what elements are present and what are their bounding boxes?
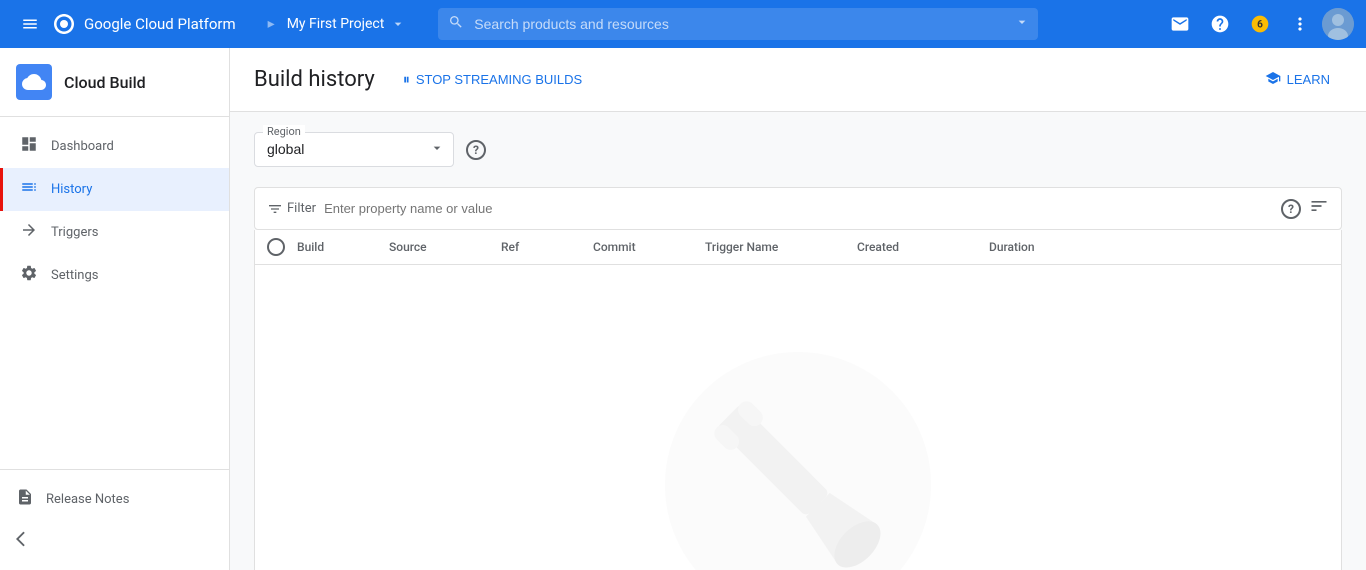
history-label: History	[51, 182, 92, 197]
service-header: Cloud Build	[0, 48, 229, 117]
project-name: My First Project	[287, 16, 385, 32]
service-logo	[16, 64, 52, 100]
alert-badge[interactable]: 6	[1242, 6, 1278, 42]
stop-streaming-label: STOP STREAMING BUILDS	[416, 72, 582, 87]
more-options-button[interactable]	[1282, 6, 1318, 42]
content-header: Build history ⏸ STOP STREAMING BUILDS LE…	[230, 48, 1366, 112]
table-header: Build Source Ref Commit Trigger Name Cre…	[254, 230, 1342, 265]
platform-name: Google Cloud Platform	[84, 15, 236, 33]
region-select[interactable]: global us-central1 us-east1 europe-west1…	[267, 141, 421, 157]
triggers-icon	[19, 221, 39, 244]
main-content: Build history ⏸ STOP STREAMING BUILDS LE…	[230, 48, 1366, 570]
search-bar	[438, 8, 1038, 40]
help-button[interactable]	[1202, 6, 1238, 42]
pause-icon: ⏸	[403, 71, 410, 88]
filter-actions: ?	[1281, 196, 1329, 221]
columns-toggle-icon[interactable]	[1309, 196, 1329, 221]
top-navigation: Google Cloud Platform ▸ My First Project	[0, 0, 1366, 48]
sidebar-navigation: Dashboard History Triggers	[0, 117, 229, 469]
col-header-commit: Commit	[593, 240, 693, 254]
region-section: Region global us-central1 us-east1 europ…	[254, 132, 1342, 167]
collapse-icon	[16, 530, 34, 552]
filter-label: Filter	[287, 201, 316, 216]
sidebar-item-dashboard[interactable]: Dashboard	[0, 125, 229, 168]
col-header-created: Created	[857, 240, 977, 254]
empty-state	[254, 265, 1342, 570]
sidebar-item-triggers[interactable]: Triggers	[0, 211, 229, 254]
empty-wrench-icon	[658, 345, 938, 570]
settings-icon	[19, 264, 39, 287]
content-body: Region global us-central1 us-east1 europ…	[230, 112, 1366, 570]
svg-text:6: 6	[1257, 19, 1263, 30]
notifications-button[interactable]	[1162, 6, 1198, 42]
nav-actions: 6	[1162, 6, 1354, 42]
search-icon	[448, 14, 464, 34]
col-header-duration: Duration	[989, 240, 1089, 254]
sidebar-item-release-notes[interactable]: Release Notes	[0, 478, 229, 520]
project-selector[interactable]: ▸ My First Project	[252, 12, 415, 36]
col-header-ref: Ref	[501, 240, 581, 254]
google-cloud-logo[interactable]: Google Cloud Platform	[52, 12, 236, 36]
graduation-icon	[1265, 70, 1281, 89]
release-notes-icon	[16, 488, 34, 510]
sidebar-item-settings[interactable]: Settings	[0, 254, 229, 297]
region-select-wrapper: Region global us-central1 us-east1 europ…	[254, 132, 454, 167]
history-icon	[19, 178, 39, 201]
sidebar-footer: Release Notes	[0, 469, 229, 570]
dashboard-label: Dashboard	[51, 139, 114, 154]
filter-input[interactable]	[324, 201, 1273, 216]
filter-bar: Filter ?	[254, 187, 1342, 230]
learn-label: LEARN	[1287, 72, 1330, 87]
settings-label: Settings	[51, 268, 98, 283]
filter-icon-label: Filter	[267, 201, 316, 217]
col-header-build: Build	[297, 240, 377, 254]
service-name: Cloud Build	[64, 73, 146, 92]
search-input[interactable]	[438, 8, 1038, 40]
col-header-source: Source	[389, 240, 489, 254]
sidebar: Cloud Build Dashboard History	[0, 48, 230, 570]
hamburger-menu[interactable]	[12, 6, 48, 42]
dropdown-arrow-icon	[429, 140, 445, 160]
region-label: Region	[263, 125, 305, 138]
stop-streaming-button[interactable]: ⏸ STOP STREAMING BUILDS	[391, 65, 594, 94]
triggers-label: Triggers	[51, 225, 98, 240]
user-avatar[interactable]	[1322, 8, 1354, 40]
dashboard-icon	[19, 135, 39, 158]
app-layout: Cloud Build Dashboard History	[0, 48, 1366, 570]
learn-button[interactable]: LEARN	[1253, 64, 1342, 95]
page-title: Build history	[254, 67, 375, 92]
release-notes-label: Release Notes	[46, 492, 129, 507]
sidebar-item-collapse[interactable]	[0, 520, 229, 562]
filter-help-icon[interactable]: ?	[1281, 199, 1301, 219]
region-help-icon[interactable]: ?	[466, 140, 486, 160]
sidebar-item-history[interactable]: History	[0, 168, 229, 211]
search-expand-icon[interactable]	[1014, 14, 1030, 34]
select-all-checkbox[interactable]	[267, 238, 285, 256]
col-header-trigger-name: Trigger Name	[705, 240, 845, 254]
